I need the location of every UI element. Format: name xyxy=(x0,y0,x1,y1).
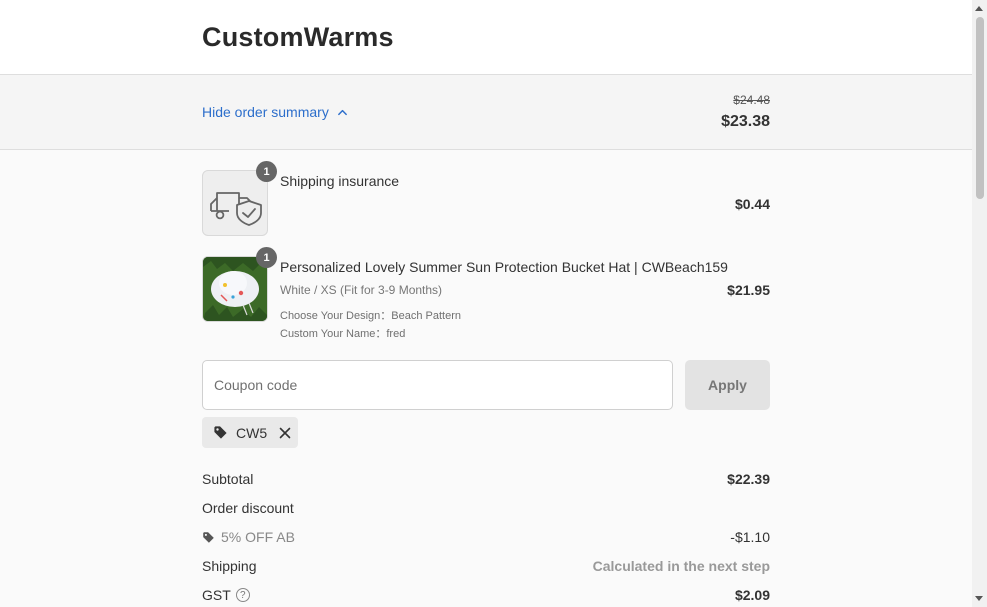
discount-value: -$1.10 xyxy=(730,529,770,545)
tag-icon xyxy=(214,426,227,439)
gst-label: GST xyxy=(202,587,231,603)
product-thumbnail: 1 xyxy=(202,161,277,236)
order-summary-toggle-bar: Hide order summary $24.48 $23.38 xyxy=(0,75,972,150)
product-thumbnail: 1 xyxy=(202,247,277,322)
scroll-thumb[interactable] xyxy=(976,17,984,199)
item-title: Shipping insurance xyxy=(280,173,400,189)
order-discount-label: Order discount xyxy=(202,500,294,516)
line-item: 1 Shipping insurance $0.44 xyxy=(202,161,770,236)
hide-order-summary-button[interactable]: Hide order summary xyxy=(202,104,348,120)
discount-code-text: 5% OFF AB xyxy=(221,529,295,545)
applied-coupon-tag: CW5 xyxy=(202,417,298,448)
subtotal-row: Subtotal $22.39 xyxy=(202,471,770,491)
line-item: 1 Personalized Lovely Summer Sun Protect… xyxy=(202,247,770,341)
checkout-page: CustomWarms Hide order summary $24.48 $2… xyxy=(0,0,972,607)
gst-row: GST? $2.09 xyxy=(202,587,770,607)
item-price: $21.95 xyxy=(727,282,770,298)
subtotal-label: Subtotal xyxy=(202,471,254,487)
scroll-up-arrow-icon[interactable] xyxy=(975,6,983,11)
quantity-badge: 1 xyxy=(256,161,277,182)
item-property: Custom Your Name：fred xyxy=(280,328,406,340)
header: CustomWarms xyxy=(0,0,972,75)
item-property: Choose Your Design：Beach Pattern xyxy=(280,310,462,322)
vertical-scrollbar[interactable] xyxy=(972,0,987,607)
store-logo[interactable]: CustomWarms xyxy=(202,22,394,53)
apply-coupon-button[interactable]: Apply xyxy=(685,360,770,410)
coupon-code-input[interactable] xyxy=(202,360,673,410)
discount-detail-row: 5% OFF AB -$1.10 xyxy=(202,529,770,549)
order-discount-row: Order discount xyxy=(202,500,770,520)
toggle-label: Hide order summary xyxy=(202,104,329,120)
close-icon xyxy=(279,427,291,438)
truck-shield-icon xyxy=(210,192,262,226)
item-variant: White / XS (Fit for 3-9 Months) xyxy=(280,283,443,297)
remove-coupon-button[interactable] xyxy=(279,427,291,439)
chevron-up-icon xyxy=(337,109,347,115)
compare-at-total: $24.48 xyxy=(733,93,770,107)
item-price: $0.44 xyxy=(734,196,770,212)
bucket-hat-image xyxy=(203,257,267,321)
tag-icon xyxy=(203,531,214,543)
shipping-value: Calculated in the next step xyxy=(592,558,770,574)
gst-value: $2.09 xyxy=(734,587,770,603)
scroll-down-arrow-icon[interactable] xyxy=(975,596,983,601)
item-title: Personalized Lovely Summer Sun Protectio… xyxy=(280,259,728,275)
shipping-label: Shipping xyxy=(202,558,257,574)
coupon-code-text: CW5 xyxy=(236,424,268,441)
shipping-row: Shipping Calculated in the next step xyxy=(202,558,770,578)
order-total: $23.38 xyxy=(721,113,770,130)
subtotal-value: $22.39 xyxy=(727,471,770,487)
help-icon[interactable]: ? xyxy=(235,588,250,603)
quantity-badge: 1 xyxy=(256,247,277,268)
discount-name: 5% OFF AB xyxy=(202,529,295,545)
gst-label-wrap: GST? xyxy=(202,587,250,603)
